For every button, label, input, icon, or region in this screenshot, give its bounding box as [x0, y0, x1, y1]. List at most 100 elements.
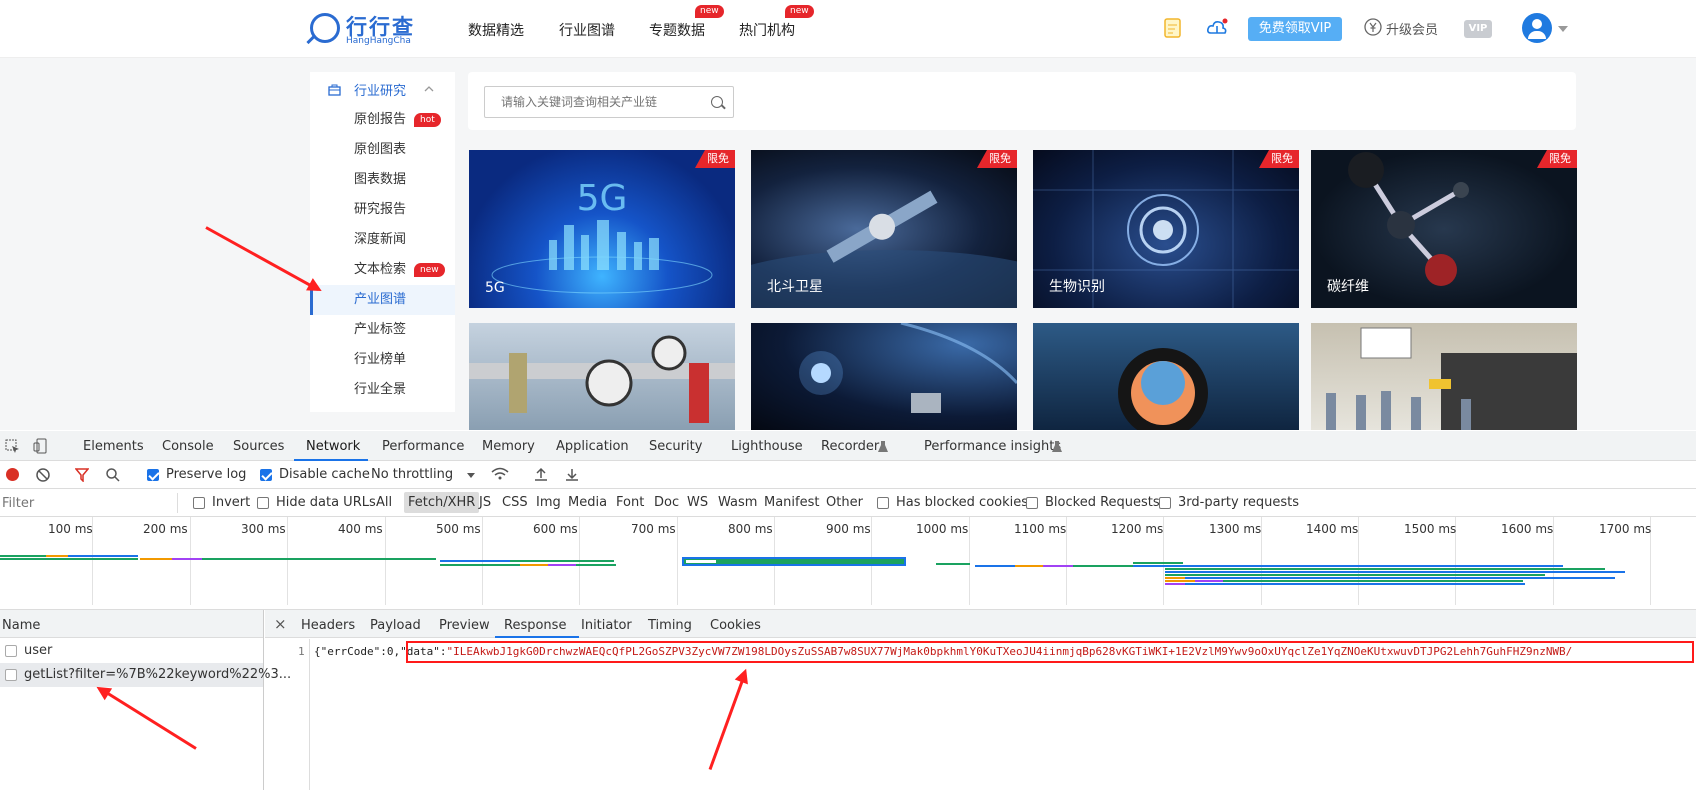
search-icon[interactable]: [106, 468, 120, 482]
network-toolbar: Preserve log Disable cache No throttling: [0, 461, 1696, 489]
search-panel: [468, 72, 1576, 130]
search-input[interactable]: [485, 87, 705, 117]
tab-initiator[interactable]: Initiator: [581, 618, 632, 633]
inspect-element-icon[interactable]: [5, 439, 20, 454]
response-body[interactable]: 1 {"errCode":0,"data":"ILEAkwbJ1gkG0Drch…: [265, 639, 1696, 790]
filter-bar: Invert Hide data URLs All Fetch/XHR JS C…: [0, 489, 1696, 517]
timeline-tick: 800 ms: [728, 522, 773, 536]
tab-payload[interactable]: Payload: [370, 618, 421, 633]
industry-card-beidou[interactable]: 限免 北斗卫星: [751, 150, 1017, 308]
record-icon[interactable]: [6, 468, 19, 481]
invert-checkbox[interactable]: [193, 497, 205, 509]
tab-elements[interactable]: Elements: [83, 439, 144, 454]
tab-application[interactable]: Application: [556, 439, 629, 454]
industry-card-lens[interactable]: [1033, 323, 1299, 430]
filter-icon[interactable]: [75, 468, 89, 482]
tab-preview[interactable]: Preview: [439, 618, 490, 633]
request-row-selected[interactable]: getList?filter=%7B%22keyword%22%3...: [0, 663, 291, 687]
user-avatar[interactable]: [1522, 13, 1552, 43]
nav-item[interactable]: 行业图谱: [559, 20, 615, 40]
type-filter-manifest[interactable]: Manifest: [764, 495, 819, 510]
request-row[interactable]: user: [0, 639, 263, 663]
hide-data-urls-checkbox[interactable]: [257, 497, 269, 509]
side-item-industry-rankings[interactable]: 行业榜单: [310, 345, 455, 375]
type-filter-all[interactable]: All: [376, 495, 392, 510]
type-filter-ws[interactable]: WS: [687, 495, 708, 510]
side-item-text-search[interactable]: 文本检索 new: [310, 255, 455, 285]
hide-data-urls-label: Hide data URLs: [276, 495, 376, 510]
type-filter-other[interactable]: Other: [826, 495, 863, 510]
side-item-deep-news[interactable]: 深度新闻: [310, 225, 455, 255]
cloud-download-icon[interactable]: [1206, 17, 1228, 39]
has-blocked-cookies-checkbox[interactable]: [877, 497, 889, 509]
type-filter-img[interactable]: Img: [536, 495, 561, 510]
export-har-icon[interactable]: [565, 467, 579, 482]
tab-response[interactable]: Response: [504, 618, 566, 633]
search-box[interactable]: [484, 86, 734, 118]
type-filter-js[interactable]: JS: [479, 495, 491, 510]
yuan-icon: [1364, 18, 1382, 36]
tab-sources[interactable]: Sources: [233, 439, 284, 454]
type-filter-doc[interactable]: Doc: [654, 495, 679, 510]
side-item-original-charts[interactable]: 原创图表: [310, 135, 455, 165]
free-vip-button[interactable]: 免费领取VIP: [1248, 17, 1342, 41]
blocked-requests-checkbox[interactable]: [1026, 497, 1038, 509]
type-filter-css[interactable]: CSS: [502, 495, 528, 510]
tab-timing[interactable]: Timing: [648, 618, 692, 633]
clear-icon[interactable]: [36, 468, 50, 482]
tab-memory[interactable]: Memory: [482, 439, 535, 454]
nav-item[interactable]: 数据精选: [468, 20, 524, 40]
type-filter-fetch-xhr[interactable]: Fetch/XHR: [404, 492, 480, 513]
network-overview-timeline[interactable]: 100 ms 200 ms 300 ms 400 ms 500 ms 600 m…: [0, 517, 1696, 610]
network-conditions-icon[interactable]: [491, 467, 509, 482]
type-filter-media[interactable]: Media: [568, 495, 607, 510]
chevron-down-icon[interactable]: [1558, 26, 1568, 32]
flask-icon: [1052, 441, 1062, 452]
chevron-down-icon[interactable]: [467, 473, 475, 478]
name-column-header[interactable]: Name: [2, 618, 40, 633]
device-toolbar-icon[interactable]: [33, 438, 49, 454]
tab-performance[interactable]: Performance: [382, 439, 464, 454]
close-icon[interactable]: ×: [274, 615, 287, 633]
tab-performance-insights[interactable]: Performance insights: [924, 439, 1061, 454]
upgrade-member-link[interactable]: 升级会员: [1386, 19, 1438, 38]
side-item-industry-overview[interactable]: 行业全景: [310, 375, 455, 405]
tab-cookies[interactable]: Cookies: [710, 618, 761, 633]
throttling-select[interactable]: No throttling: [371, 467, 453, 482]
tab-headers[interactable]: Headers: [301, 618, 355, 633]
industry-card-space[interactable]: [751, 323, 1017, 430]
tab-recorder[interactable]: Recorder: [821, 439, 879, 454]
nav-item[interactable]: 专题数据: [649, 20, 705, 40]
side-menu-heading[interactable]: 行业研究: [354, 80, 406, 99]
card-title: 碳纤维: [1327, 279, 1369, 295]
tab-console[interactable]: Console: [162, 439, 214, 454]
side-item-industry-tags[interactable]: 产业标签: [310, 315, 455, 345]
timeline-tick: 200 ms: [143, 522, 188, 536]
tab-network[interactable]: Network: [306, 439, 360, 454]
industry-card-subway[interactable]: [1311, 323, 1577, 430]
notepad-icon[interactable]: [1162, 17, 1184, 39]
side-item-industry-map[interactable]: 产业图谱: [310, 285, 455, 315]
tab-security[interactable]: Security: [649, 439, 702, 454]
industry-card-5g[interactable]: 5G 限免 5G: [469, 150, 735, 308]
preserve-log-checkbox[interactable]: [147, 469, 159, 481]
search-icon[interactable]: [711, 96, 723, 108]
timeline-tick: 500 ms: [436, 522, 481, 536]
side-item-research-report[interactable]: 研究报告: [310, 195, 455, 225]
side-item-chart-data[interactable]: 图表数据: [310, 165, 455, 195]
disable-cache-checkbox[interactable]: [260, 469, 272, 481]
industry-card-carbon-fiber[interactable]: 限免 碳纤维: [1311, 150, 1577, 308]
line-number: 1: [298, 645, 305, 658]
side-item-original-report[interactable]: 原创报告 hot: [310, 105, 455, 135]
chevron-up-icon[interactable]: [424, 85, 434, 93]
import-har-icon[interactable]: [534, 467, 548, 482]
filter-input[interactable]: [0, 493, 178, 513]
site-logo[interactable]: 行行查 HangHangCha: [310, 11, 420, 47]
type-filter-wasm[interactable]: Wasm: [718, 495, 757, 510]
industry-card-biometrics[interactable]: 限免 生物识别: [1033, 150, 1299, 308]
industry-card-valves[interactable]: [469, 323, 735, 430]
third-party-checkbox[interactable]: [1159, 497, 1171, 509]
type-filter-font[interactable]: Font: [616, 495, 644, 510]
nav-item[interactable]: 热门机构: [739, 20, 795, 40]
tab-lighthouse[interactable]: Lighthouse: [731, 439, 803, 454]
